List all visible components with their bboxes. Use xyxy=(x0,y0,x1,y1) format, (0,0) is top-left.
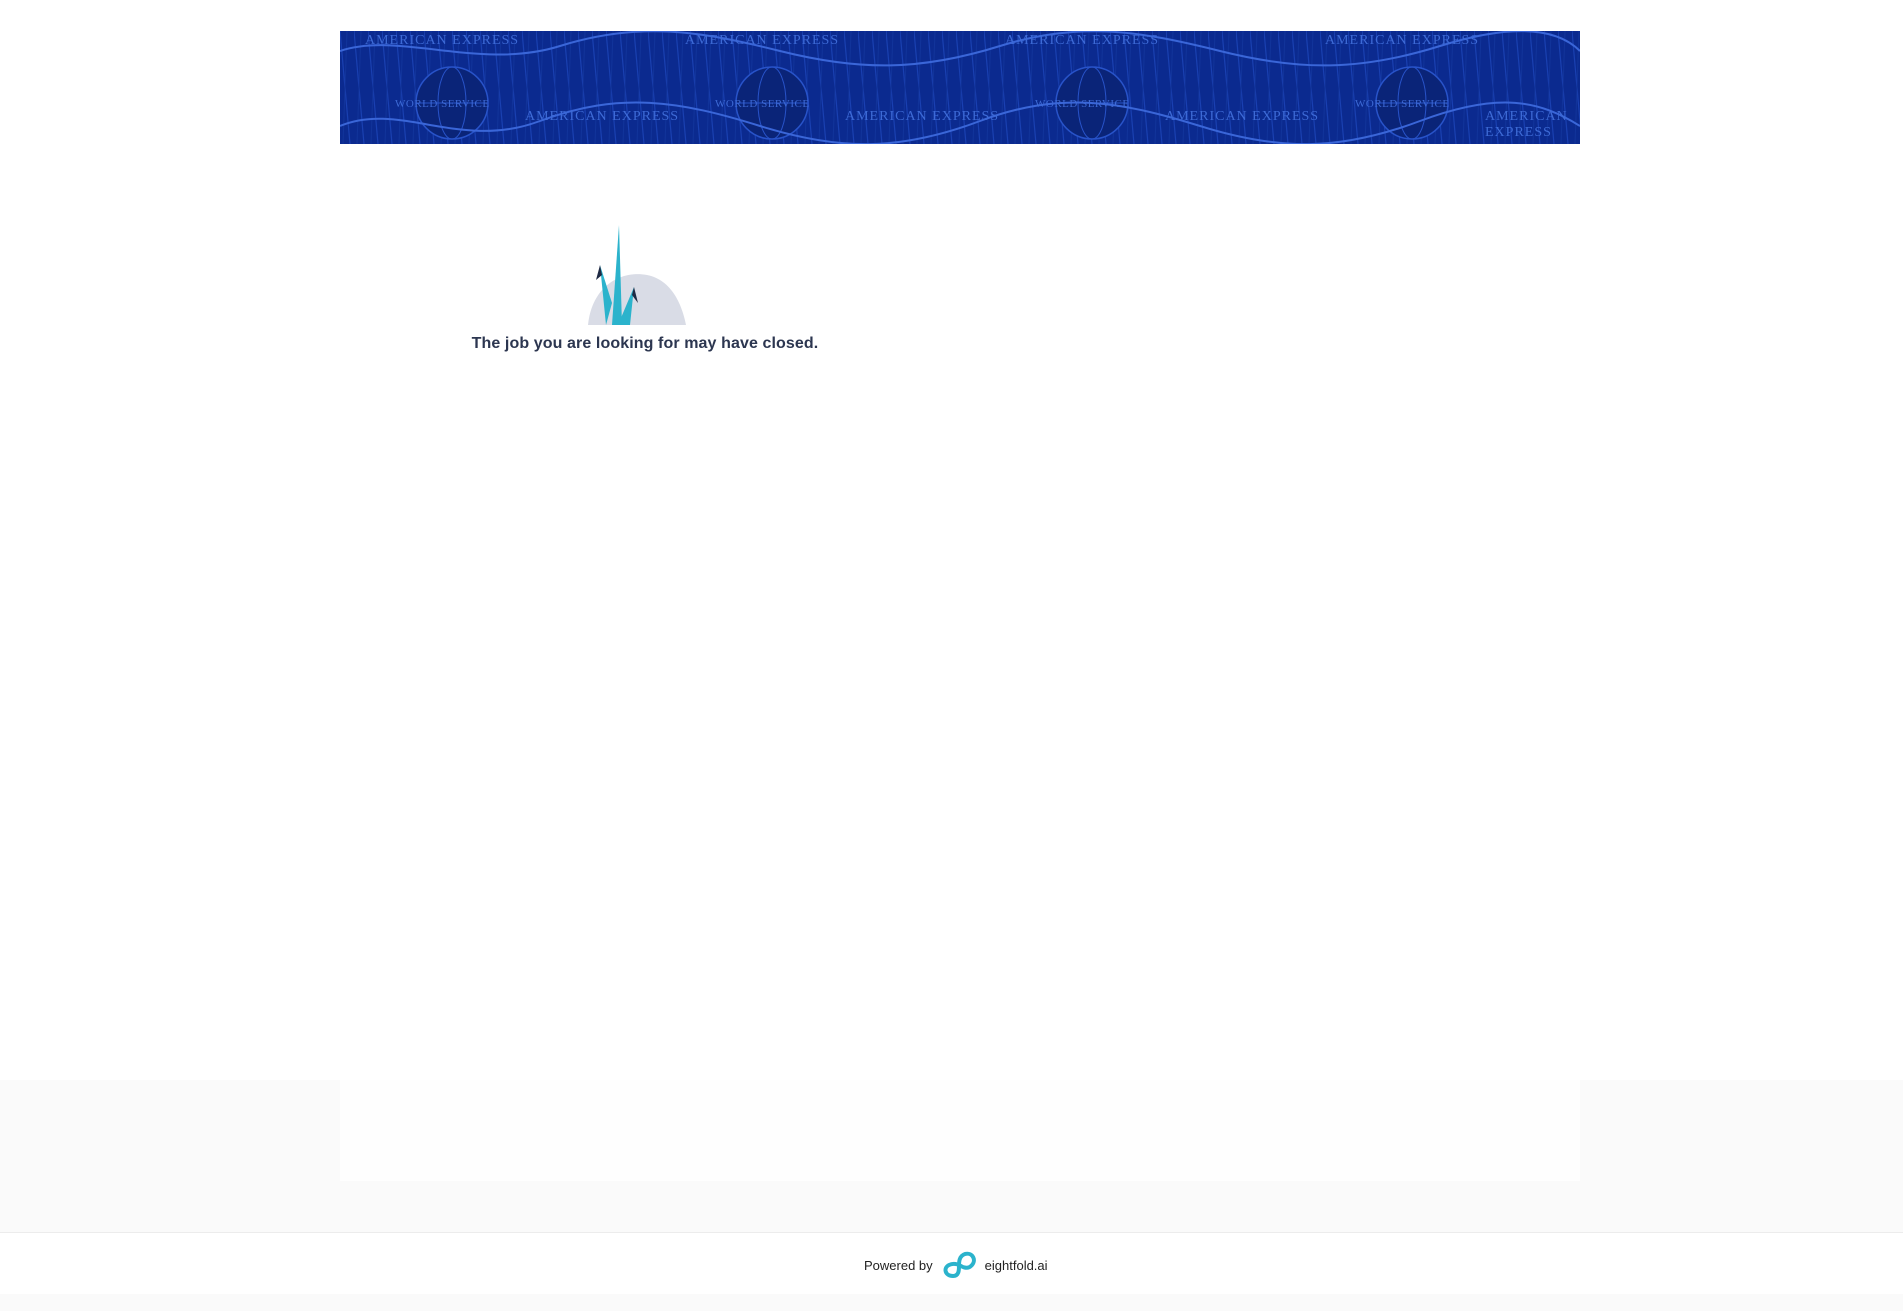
banner-tagline-1: WORLD SERVICE xyxy=(395,98,490,110)
eightfold-infinity-icon xyxy=(939,1246,979,1284)
banner-tagline-2: WORLD SERVICE xyxy=(715,98,810,110)
banner-brand-text-4: AMERICAN EXPRESS xyxy=(1325,33,1480,48)
banner-brand-text-1: AMERICAN EXPRESS xyxy=(365,33,520,48)
footer-content-area xyxy=(340,1080,1580,1181)
banner-brand-text-2: AMERICAN EXPRESS xyxy=(685,33,840,48)
job-closed-section: The job you are looking for may have clo… xyxy=(470,225,820,365)
footer: Powered by eightfold.ai xyxy=(0,1232,1903,1295)
banner-brand-text-5: AMERICAN EXPRESS xyxy=(525,109,680,124)
provider-name: eightfold.ai xyxy=(984,1257,1048,1273)
banner-tagline-3: WORLD SERVICE xyxy=(1035,98,1130,110)
powered-by-link[interactable]: Powered by eightfold.ai xyxy=(864,1246,1048,1284)
page-root: AMERICAN EXPRESS AMERICAN EXPRESS AMERIC… xyxy=(0,0,1903,1311)
banner-brand-text-3: AMERICAN EXPRESS xyxy=(1005,33,1160,48)
banner-brand-text-7: AMERICAN EXPRESS xyxy=(1165,109,1320,124)
header-banner: AMERICAN EXPRESS AMERICAN EXPRESS AMERIC… xyxy=(340,31,1580,144)
footer-bottom-strip xyxy=(0,1294,1903,1311)
footer-grey-band xyxy=(0,1080,1903,1232)
banner-tagline-4: WORLD SERVICE xyxy=(1355,98,1450,110)
banner-brand-text-8: AMERICAN EXPRESS xyxy=(1485,109,1568,140)
powered-by-label: Powered by xyxy=(864,1257,933,1273)
job-closed-message: The job you are looking for may have clo… xyxy=(471,335,819,352)
banner-brand-text-6: AMERICAN EXPRESS xyxy=(845,109,1000,124)
origami-crane-icon xyxy=(582,225,688,325)
